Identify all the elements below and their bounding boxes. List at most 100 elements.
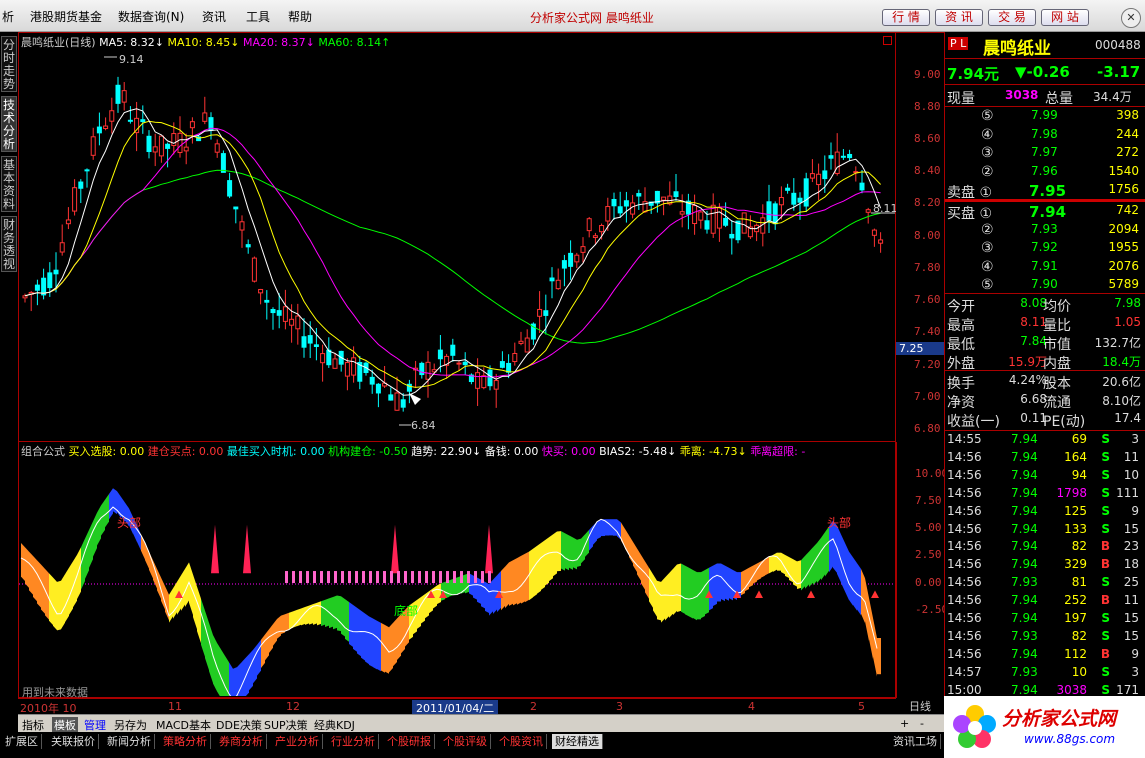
book-volume: 2076 — [1108, 258, 1139, 273]
candle-body — [115, 84, 121, 104]
menu-analysis[interactable]: 析 — [2, 8, 14, 25]
tick-cell: 18 — [1123, 557, 1139, 572]
tick-cell: 125 — [1064, 503, 1087, 518]
tab-industry-chain[interactable]: 产业分析 — [272, 734, 323, 749]
tab-related-quotes[interactable]: 关联报价 — [48, 734, 99, 749]
menu-hk-futures[interactable]: 港股期货基金 — [30, 8, 102, 25]
candle-body — [84, 169, 90, 172]
tab-stock-research[interactable]: 个股研报 — [384, 734, 435, 749]
accumulation-bar — [348, 571, 351, 584]
candle-body — [512, 353, 518, 363]
stat-value: 20.6亿 — [1102, 375, 1141, 389]
book-level: ③ — [981, 240, 994, 256]
stat-value: 17.4 — [1114, 411, 1141, 425]
candle-body — [592, 235, 598, 239]
ribbon-segment — [197, 586, 201, 644]
tab-intraday[interactable]: 分时走势 — [1, 36, 17, 92]
candle-body — [574, 254, 580, 263]
ribbon-segment — [317, 601, 321, 626]
candle-body — [487, 369, 493, 387]
quotes-button[interactable]: 行 情 — [882, 9, 930, 26]
ribbon-segment — [361, 610, 365, 661]
candle-body — [96, 126, 102, 134]
tab-kdj[interactable]: 经典KDJ — [314, 717, 355, 733]
tick-cell: 82 — [1071, 539, 1087, 554]
ribbon-segment — [693, 569, 697, 621]
maximize-icon[interactable] — [883, 36, 892, 45]
tab-technical[interactable]: 技术分析 — [1, 96, 17, 152]
accumulation-bar — [418, 571, 421, 584]
tab-save-as[interactable]: 另存为 — [114, 717, 147, 733]
candle-body — [65, 219, 71, 225]
tab-fundamentals[interactable]: 基本资料 — [1, 156, 17, 212]
tab-indicators[interactable]: 指标 — [22, 717, 44, 733]
ribbon-segment — [537, 542, 541, 594]
menu-help[interactable]: 帮助 — [288, 8, 312, 25]
tab-manage[interactable]: 管理 — [84, 717, 106, 733]
candle-body — [425, 361, 431, 380]
ribbon-segment — [321, 599, 325, 627]
ribbon-segment — [29, 551, 33, 595]
candle-body — [847, 153, 853, 159]
tab-stock-news[interactable]: 个股资讯 — [496, 734, 547, 749]
candle-body — [636, 193, 642, 197]
zoom-out-button[interactable]: - — [920, 717, 924, 730]
website-button[interactable]: 网 站 — [1041, 9, 1089, 26]
menu-data-query[interactable]: 数据查询(N) — [118, 8, 184, 25]
date-axis: 2010年 10 11 12 2011/01/04/二 2 3 4 5 — [18, 698, 896, 716]
book-price: 7.97 — [1031, 145, 1058, 159]
tick-cell: S — [1101, 449, 1110, 464]
book-level: ④ — [981, 258, 994, 275]
tab-sup[interactable]: SUP决策 — [264, 717, 308, 733]
book-price: 7.90 — [1031, 277, 1058, 291]
menu-tools[interactable]: 工具 — [246, 8, 270, 25]
ribbon-segment — [241, 658, 245, 696]
ribbon-segment — [517, 555, 521, 605]
news-button[interactable]: 资 讯 — [935, 9, 983, 26]
tab-info-workshop[interactable]: 资讯工场 — [890, 734, 941, 749]
close-icon[interactable]: ✕ — [1121, 8, 1141, 28]
tick-cell: 7.94 — [1011, 611, 1038, 625]
candle-body — [264, 299, 270, 303]
ribbon-segment — [249, 649, 253, 691]
tick-cell: 15 — [1123, 611, 1139, 625]
candle-body — [59, 242, 65, 253]
tick-cell: 14:56 — [947, 557, 982, 572]
tab-extension[interactable]: 扩展区 — [2, 734, 42, 749]
candle-body — [78, 181, 84, 189]
tick-cell: 14:56 — [947, 575, 982, 590]
accumulation-bar — [306, 571, 309, 584]
book-level: ③ — [981, 145, 994, 161]
high-price-label: 9.14 — [119, 53, 144, 66]
tab-news-analysis[interactable]: 新闻分析 — [104, 734, 155, 749]
tab-strategy[interactable]: 策略分析 — [160, 734, 211, 749]
tab-template[interactable]: 模板 — [52, 717, 78, 733]
menu-news[interactable]: 资讯 — [202, 8, 226, 25]
period-label[interactable]: 日线 — [896, 698, 944, 714]
tab-dde[interactable]: DDE决策 — [216, 717, 262, 733]
indicator-chart[interactable]: 组合公式 买入选股: 0.00 建仓买点: 0.00 最佳买入时机: 0.00 … — [18, 442, 896, 699]
tab-finance[interactable]: 财务透视 — [1, 216, 17, 272]
tab-broker[interactable]: 券商分析 — [216, 734, 267, 749]
zoom-in-button[interactable]: + — [900, 717, 909, 730]
tick-cell: 14:56 — [947, 539, 982, 554]
ribbon-segment — [845, 542, 849, 601]
tick-cell: 82 — [1071, 628, 1087, 643]
tab-stock-rating[interactable]: 个股评级 — [440, 734, 491, 749]
book-level: ⑤ — [981, 277, 994, 293]
cursor-price-label: 7.25 — [896, 342, 944, 355]
book-price: 7.95 — [1029, 182, 1067, 200]
candle-body — [394, 392, 400, 411]
kline-chart[interactable]: 晨鸣纸业(日线) MA5: 8.32↓ MA10: 8.45↓ MA20: 8.… — [18, 32, 898, 442]
price-tick: 7.20 — [914, 358, 941, 371]
indicator-axis: 10.00 7.50 5.00 2.50 0.00 -2.50 — [896, 442, 948, 698]
tab-finance-picks[interactable]: 财经精选 — [552, 734, 603, 749]
trade-button[interactable]: 交 易 — [988, 9, 1036, 26]
ribbon-segment — [277, 615, 281, 639]
tick-cell: S — [1101, 575, 1110, 590]
tick-cell: S — [1101, 432, 1110, 446]
tab-macd[interactable]: MACD基本 — [156, 717, 211, 733]
candle-body — [586, 218, 592, 232]
flower-logo-icon — [953, 705, 996, 748]
tab-sector[interactable]: 行业分析 — [328, 734, 379, 749]
